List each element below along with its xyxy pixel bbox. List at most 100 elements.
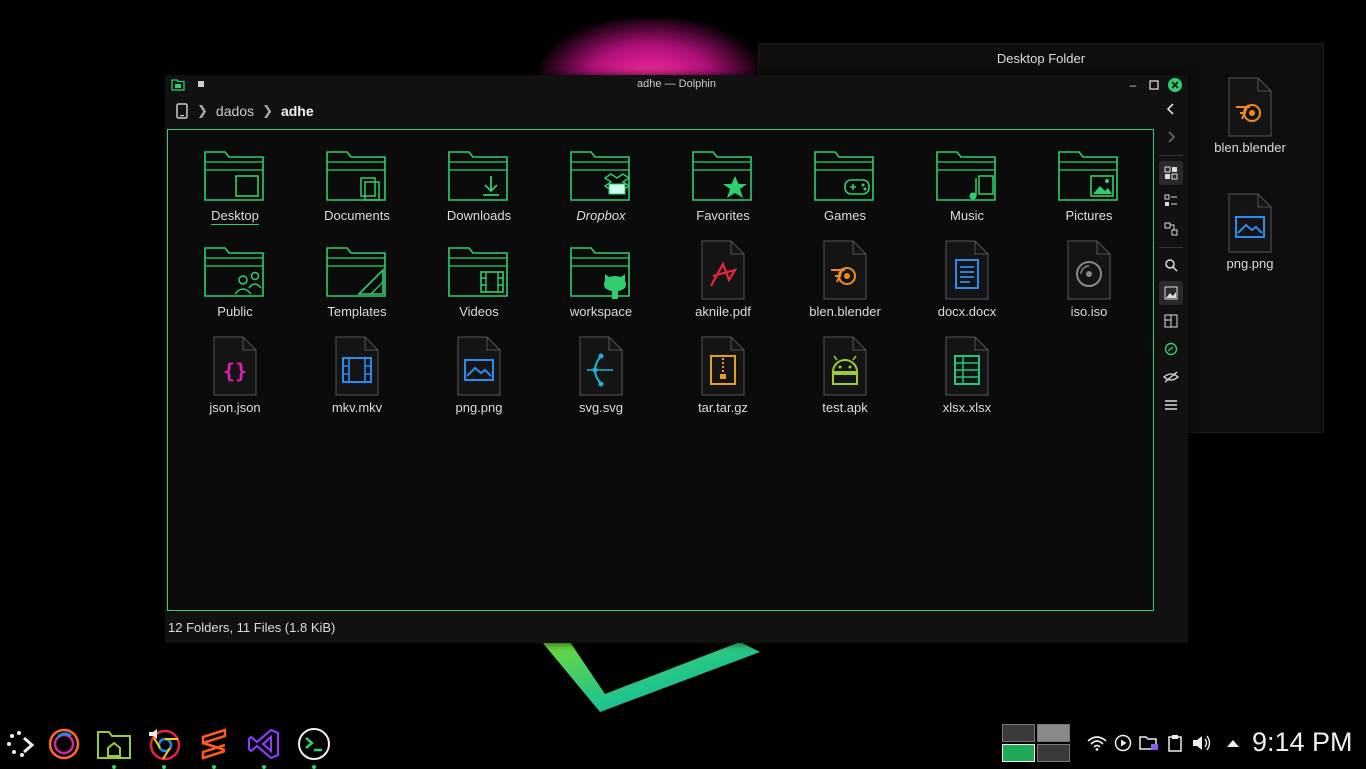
tray-expander[interactable]: [1222, 732, 1244, 754]
chevron-right-icon: ❯: [197, 103, 208, 118]
desktop-item-blender[interactable]: blen.blender: [1200, 77, 1300, 155]
network-tray[interactable]: [1086, 732, 1108, 754]
wifi-icon: [1087, 736, 1107, 751]
json-file-icon: {}: [213, 336, 257, 396]
folder-item-templates[interactable]: Templates: [299, 244, 415, 319]
terminal-toggle-button[interactable]: [1159, 337, 1183, 361]
item-label: aknile.pdf: [695, 304, 751, 319]
back-button[interactable]: [1159, 97, 1183, 121]
volume-icon: [1193, 735, 1211, 751]
running-indicator: [162, 765, 166, 769]
chevron-right-icon: [1168, 131, 1176, 143]
device-icon[interactable]: [175, 103, 189, 119]
clipboard-tray[interactable]: [1164, 732, 1186, 754]
forward-button[interactable]: [1159, 125, 1183, 149]
file-view[interactable]: Desktop Documents Downloads Dropbox Favo…: [167, 129, 1154, 611]
taskbar-sublime[interactable]: [196, 726, 232, 769]
pager-desktop-4[interactable]: [1037, 744, 1070, 762]
split-view-button[interactable]: [1159, 309, 1183, 333]
folder-item-dropbox[interactable]: Dropbox: [543, 148, 659, 223]
maximize-button[interactable]: [1146, 77, 1162, 93]
pager-desktop-2[interactable]: [1037, 724, 1070, 742]
wallpaper-arrow: [542, 642, 760, 712]
video-file-icon: [335, 336, 379, 396]
svg-text:{}: {}: [223, 359, 247, 383]
file-item-xlsx[interactable]: xlsx.xlsx: [909, 336, 1025, 415]
desktop-folder-title: Desktop Folder: [996, 51, 1086, 66]
window-titlebar[interactable]: adhe — Dolphin –: [165, 75, 1188, 95]
taskbar-dolphin[interactable]: [96, 726, 132, 769]
item-label: Pictures: [1065, 208, 1113, 223]
pager-desktop-1[interactable]: [1002, 724, 1035, 742]
taskbar-firefox[interactable]: [46, 726, 82, 762]
taskbar-terminal[interactable]: [296, 726, 332, 769]
folder-item-documents[interactable]: Documents: [299, 148, 415, 223]
media-tray[interactable]: [1112, 732, 1134, 754]
close-button[interactable]: [1167, 77, 1183, 93]
file-item-pdf[interactable]: aknile.pdf: [665, 240, 781, 319]
desktop-item-png[interactable]: png.png: [1200, 193, 1300, 271]
item-label: Videos: [459, 304, 499, 319]
folder-item-games[interactable]: Games: [787, 148, 903, 223]
chevron-right-icon: ❯: [262, 103, 273, 118]
breadcrumb-dados[interactable]: dados: [216, 103, 254, 119]
dolphin-window: adhe — Dolphin – ❯ dados ❯ adhe Desktop: [165, 75, 1188, 643]
document-file-icon: [945, 240, 989, 300]
window-title: adhe — Dolphin: [637, 78, 716, 90]
file-item-png[interactable]: png.png: [421, 336, 537, 415]
item-label: workspace: [569, 304, 633, 319]
item-label: blen.blender: [809, 304, 881, 319]
clock[interactable]: 9:14 PM: [1252, 727, 1353, 758]
file-item-json[interactable]: {} json.json: [177, 336, 293, 415]
preview-button[interactable]: [1159, 281, 1183, 305]
folder-item-videos[interactable]: Videos: [421, 244, 537, 319]
folder-item-workspace[interactable]: workspace: [543, 244, 659, 319]
folder-item-downloads[interactable]: Downloads: [421, 148, 537, 223]
browser-icon: [149, 729, 181, 761]
folder-pictures-icon: [1058, 151, 1118, 201]
file-item-docx[interactable]: docx.docx: [909, 240, 1025, 319]
file-item-mkv[interactable]: mkv.mkv: [299, 336, 415, 415]
breadcrumb: ❯ dados ❯ adhe: [175, 101, 314, 121]
folder-item-favorites[interactable]: Favorites: [665, 148, 781, 223]
folder-item-music[interactable]: Music: [909, 148, 1025, 223]
hidden-files-button[interactable]: [1159, 365, 1183, 389]
folder-dropbox-icon: [570, 151, 631, 201]
minimize-button[interactable]: –: [1125, 77, 1141, 93]
vault-tray[interactable]: [1138, 732, 1160, 754]
clipboard-icon: [1168, 735, 1182, 752]
item-label: tar.tar.gz: [698, 400, 748, 415]
breadcrumb-adhe[interactable]: adhe: [281, 103, 314, 119]
file-item-svg[interactable]: svg.svg: [543, 336, 659, 415]
volume-tray[interactable]: [1190, 732, 1212, 754]
file-item-apk[interactable]: test.apk: [787, 336, 903, 415]
item-label: xlsx.xlsx: [942, 400, 992, 415]
taskbar-vscode[interactable]: [246, 726, 282, 769]
app-launcher-button[interactable]: [2, 726, 38, 762]
item-label: Desktop: [211, 208, 259, 225]
item-label: docx.docx: [937, 304, 997, 319]
file-item-blender[interactable]: blen.blender: [787, 240, 903, 319]
search-button[interactable]: [1159, 253, 1183, 277]
icons-view-button[interactable]: [1159, 161, 1183, 185]
archive-file-icon: [701, 336, 745, 396]
media-player-icon: [1114, 734, 1132, 752]
file-item-tar[interactable]: tar.tar.gz: [665, 336, 781, 415]
taskbar-chromium[interactable]: [146, 726, 182, 769]
item-label: svg.svg: [578, 400, 624, 415]
virtual-desktop-pager[interactable]: [1002, 724, 1070, 762]
file-item-iso[interactable]: iso.iso: [1031, 240, 1147, 319]
menu-button[interactable]: [1159, 393, 1183, 417]
pager-desktop-3[interactable]: [1002, 744, 1035, 762]
details-view-button[interactable]: [1159, 217, 1183, 241]
launcher-icon: [7, 731, 35, 757]
item-label: json.json: [209, 400, 261, 415]
running-indicator: [262, 765, 266, 769]
folder-item-desktop[interactable]: Desktop: [177, 148, 293, 225]
folder-item-public[interactable]: Public: [177, 244, 293, 319]
details-view-icon: [1164, 222, 1178, 236]
compact-view-button[interactable]: [1159, 189, 1183, 213]
search-icon: [1165, 259, 1178, 272]
folder-item-pictures[interactable]: Pictures: [1031, 148, 1147, 223]
folder-music-icon: [936, 151, 996, 201]
